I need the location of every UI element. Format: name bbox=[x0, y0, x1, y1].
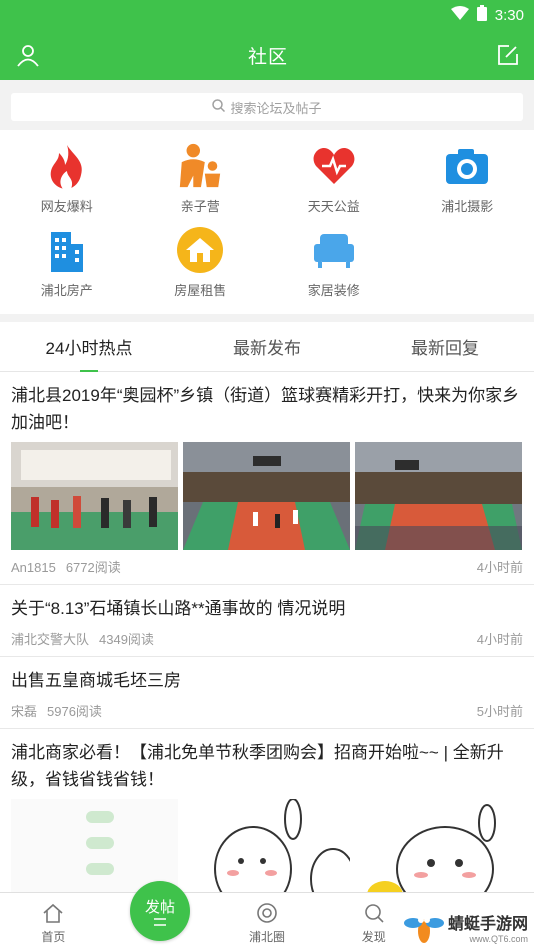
post-image[interactable] bbox=[355, 442, 522, 550]
post-image[interactable] bbox=[11, 442, 178, 550]
search-icon bbox=[212, 99, 226, 115]
post-images bbox=[11, 799, 523, 907]
dragonfly-logo-icon bbox=[403, 917, 444, 943]
category-qinzi[interactable]: 亲子营 bbox=[134, 140, 268, 224]
category-label: 浦北摄影 bbox=[441, 199, 494, 214]
post-reads: 6772阅读 bbox=[65, 560, 121, 575]
post-author: 浦北交警大队 bbox=[11, 632, 90, 647]
post-time: 4小时前 bbox=[476, 560, 523, 575]
flame-icon bbox=[43, 142, 91, 190]
post-item[interactable]: 浦北县2019年“奥园杯”乡镇（街道）篮球赛精彩开打，快来为你家乡加油吧！ An… bbox=[0, 372, 534, 585]
discover-icon bbox=[362, 901, 386, 925]
category-label: 浦北房产 bbox=[40, 283, 93, 298]
search-input[interactable]: 搜索论坛及帖子 bbox=[11, 93, 523, 121]
tab-replies[interactable]: 最新回复 bbox=[356, 322, 534, 371]
category-zushou[interactable]: 房屋租售 bbox=[134, 224, 268, 308]
camera-icon bbox=[443, 142, 491, 190]
post-item[interactable]: 浦北商家必看！【浦北免单节秋季团购会】招商开始啦~~ | 全新升级，省钱省钱省钱… bbox=[0, 729, 534, 915]
tab-latest[interactable]: 最新发布 bbox=[178, 322, 356, 371]
post-images bbox=[11, 442, 523, 550]
nav-circle-label: 浦北圈 bbox=[248, 930, 285, 944]
watermark-url: www.QT6.com bbox=[469, 934, 528, 944]
house-icon bbox=[176, 226, 224, 274]
category-sheying[interactable]: 浦北摄影 bbox=[401, 140, 534, 224]
category-label: 亲子营 bbox=[180, 199, 220, 214]
category-zhuangxiu[interactable]: 家居装修 bbox=[267, 224, 401, 308]
post-reads: 4349阅读 bbox=[99, 632, 154, 647]
post-meta: 宋磊 5976阅读 5小时前 bbox=[11, 701, 523, 720]
parent-child-icon bbox=[176, 142, 224, 190]
post-meta: An1815 6772阅读 4小时前 bbox=[11, 557, 523, 576]
category-label: 家居装修 bbox=[307, 283, 360, 298]
post-time: 5小时前 bbox=[476, 704, 523, 719]
post-button[interactable]: 发帖 bbox=[130, 881, 190, 941]
tab-hot[interactable]: 24小时热点 bbox=[0, 322, 178, 372]
category-label: 天天公益 bbox=[307, 199, 360, 214]
menu-icon bbox=[154, 917, 166, 926]
post-image[interactable] bbox=[183, 442, 350, 550]
post-author: 宋磊 bbox=[11, 704, 38, 719]
wifi-icon bbox=[450, 6, 469, 24]
battery-icon bbox=[476, 5, 487, 25]
user-icon[interactable] bbox=[14, 41, 42, 69]
search-placeholder: 搜索论坛及帖子 bbox=[230, 100, 322, 116]
watermark: 蜻蜓手游网 www.QT6.com bbox=[403, 909, 528, 945]
search-bar: 搜索论坛及帖子 bbox=[0, 80, 534, 130]
sofa-icon bbox=[310, 226, 358, 274]
nav-circle[interactable]: 浦北圈 bbox=[214, 893, 321, 949]
status-time: 3:30 bbox=[494, 6, 524, 24]
post-title: 浦北商家必看！【浦北免单节秋季团购会】招商开始啦~~ | 全新升级，省钱省钱省钱… bbox=[11, 743, 504, 789]
circle-icon bbox=[255, 901, 279, 925]
category-label: 房屋租售 bbox=[174, 283, 227, 298]
post-meta: 浦北交警大队 4349阅读 4小时前 bbox=[11, 629, 523, 648]
post-button-label: 发帖 bbox=[144, 898, 175, 916]
post-title: 出售五皇商城毛坯三房 bbox=[11, 671, 181, 690]
nav-home[interactable]: 首页 bbox=[0, 893, 107, 949]
compose-icon[interactable] bbox=[494, 41, 522, 69]
building-icon bbox=[43, 226, 91, 274]
category-label: 网友爆料 bbox=[40, 199, 93, 214]
home-icon bbox=[41, 901, 65, 925]
status-bar: 3:30 bbox=[0, 0, 534, 30]
post-reads: 5976阅读 bbox=[47, 704, 102, 719]
category-baoliao[interactable]: 网友爆料 bbox=[0, 140, 134, 224]
post-title: 关于“8.13”石埇镇长山路**通事故的 情况说明 bbox=[11, 599, 346, 618]
app-header: 社区 bbox=[0, 30, 534, 80]
category-grid: 网友爆料 亲子营 天天公益 浦北摄影 浦北房产 房屋租售 家居装修 bbox=[0, 130, 534, 322]
post-time: 4小时前 bbox=[476, 632, 523, 647]
nav-home-label: 首页 bbox=[41, 930, 66, 944]
post-author: An1815 bbox=[11, 560, 56, 575]
post-item[interactable]: 关于“8.13”石埇镇长山路**通事故的 情况说明 浦北交警大队 4349阅读 4… bbox=[0, 585, 534, 657]
category-gongyi[interactable]: 天天公益 bbox=[267, 140, 401, 224]
feed-tabs: 24小时热点 最新发布 最新回复 bbox=[0, 322, 534, 372]
post-item[interactable]: 出售五皇商城毛坯三房 宋磊 5976阅读 5小时前 bbox=[0, 657, 534, 729]
heart-icon bbox=[310, 142, 358, 190]
post-image[interactable] bbox=[183, 799, 350, 907]
post-image[interactable] bbox=[355, 799, 522, 907]
nav-discover-label: 发现 bbox=[361, 930, 386, 944]
page-title: 社区 bbox=[247, 46, 288, 68]
post-title: 浦北县2019年“奥园杯”乡镇（街道）篮球赛精彩开打，快来为你家乡加油吧！ bbox=[11, 386, 520, 432]
watermark-title: 蜻蜓手游网 bbox=[447, 916, 528, 933]
category-fangchan[interactable]: 浦北房产 bbox=[0, 224, 134, 308]
